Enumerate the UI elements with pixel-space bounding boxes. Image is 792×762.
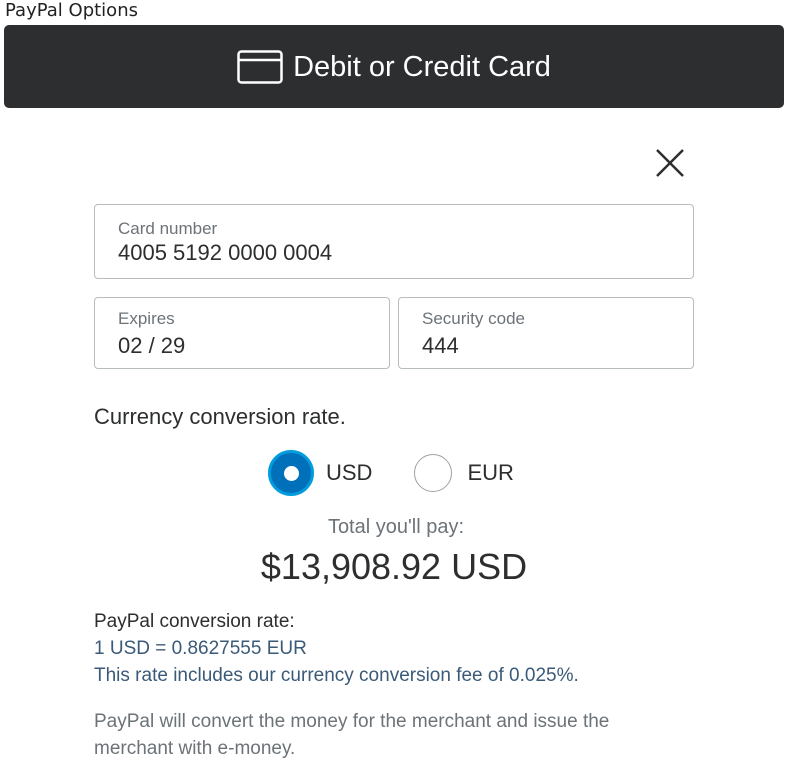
expires-value[interactable]: 02 / 29 [118, 333, 185, 359]
page-title: PayPal Options [5, 0, 138, 21]
conversion-rate-value: 1 USD = 0.8627555 EUR [94, 638, 307, 659]
total-amount: $13,908.92 USD [260, 546, 528, 587]
conversion-disclaimer: PayPal will convert the money for the me… [94, 711, 610, 759]
debit-credit-card-button[interactable]: Debit or Credit Card [4, 25, 784, 108]
expires-label: Expires [118, 309, 175, 328]
card-number-label: Card number [118, 219, 218, 238]
card-number-value[interactable]: 4005 5192 0000 0004 [118, 240, 332, 266]
security-code-field[interactable]: Security code 444 [398, 297, 694, 369]
conversion-fee-note: This rate includes our currency conversi… [94, 665, 579, 686]
currency-option-usd[interactable]: USD [268, 450, 372, 496]
close-button[interactable] [652, 145, 688, 181]
security-code-label: Security code [422, 309, 525, 328]
close-icon [656, 149, 684, 177]
card-button-label: Debit or Credit Card [293, 50, 551, 83]
currency-option-label: EUR [467, 460, 514, 485]
expires-field[interactable]: Expires 02 / 29 [94, 297, 390, 369]
radio-selected-icon[interactable] [268, 450, 314, 496]
total-label: Total you'll pay: [327, 516, 465, 538]
radio-unselected-icon[interactable] [414, 454, 453, 492]
security-code-value[interactable]: 444 [422, 333, 459, 359]
currency-option-eur[interactable]: EUR [414, 454, 514, 492]
currency-option-label: USD [326, 460, 373, 485]
currency-radio-group: USD EUR [268, 449, 514, 497]
conversion-rate-title: PayPal conversion rate: [94, 611, 295, 632]
credit-card-icon [237, 49, 283, 85]
card-number-field[interactable]: Card number 4005 5192 0000 0004 [94, 204, 694, 279]
currency-section-title: Currency conversion rate. [94, 404, 346, 429]
